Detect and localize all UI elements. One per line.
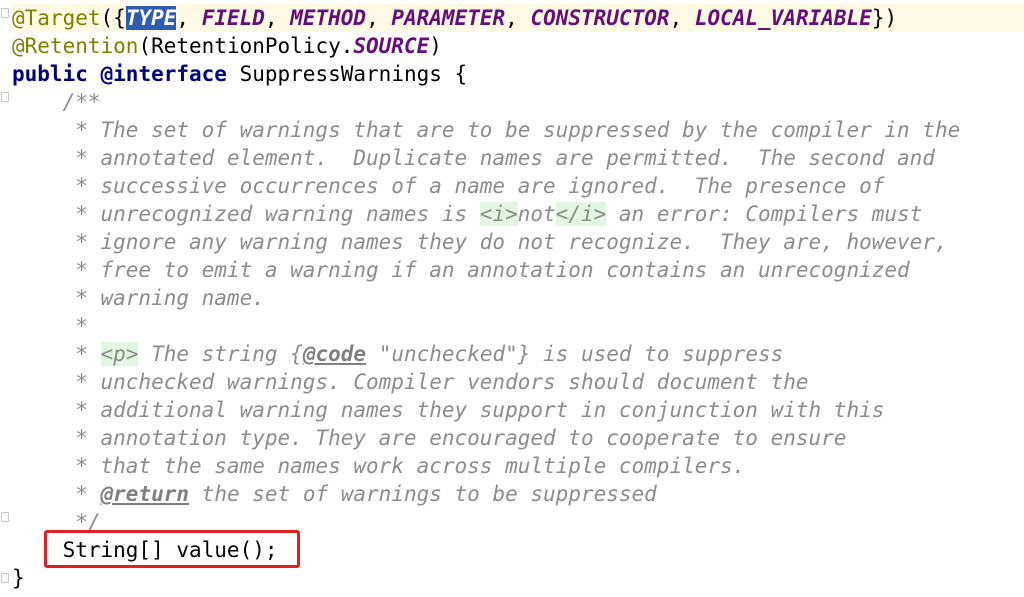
const-constructor: CONSTRUCTOR (530, 6, 670, 30)
keyword-interface: @interface (100, 62, 227, 86)
javadoc-line: * (12, 314, 88, 338)
javadoc-open: /** (12, 90, 101, 114)
code-line-target[interactable]: @Target({TYPE, FIELD, METHOD, PARAMETER,… (12, 4, 897, 32)
doc-text: * (12, 482, 101, 506)
keyword-public: public (12, 62, 88, 86)
const-parameter: PARAMETER (391, 6, 506, 30)
html-tag-i-close: </i> (555, 202, 607, 226)
const-field: FIELD (201, 6, 265, 30)
html-tag-p: <p> (100, 342, 139, 366)
const-method: METHOD (290, 6, 367, 30)
html-tag-i-open: <i> (479, 202, 518, 226)
javadoc-line: * unrecognized warning names is <i>not</… (12, 200, 922, 228)
javadoc-line: * unchecked warnings. Compiler vendors s… (12, 370, 809, 394)
code-line-declaration[interactable]: public @interface SuppressWarnings { (12, 60, 467, 88)
javadoc-line: * @return the set of warnings to be supp… (12, 480, 657, 508)
punct: }) (871, 6, 898, 30)
javadoc-line: * successive occurrences of a name are i… (12, 174, 885, 198)
javadoc-line: * warning name. (12, 286, 265, 310)
const-source: SOURCE (353, 34, 430, 58)
fold-marker-icon[interactable] (1, 8, 9, 18)
punct: , (669, 6, 695, 30)
doc-text: * unrecognized warning names is (12, 202, 480, 226)
doc-text: The string { (138, 342, 303, 366)
doc-text: not (517, 202, 556, 226)
javadoc-line: * <p> The string {@code "unchecked"} is … (12, 340, 783, 368)
selected-text-type[interactable]: TYPE (125, 6, 177, 30)
code-line-closing-brace[interactable]: } (12, 564, 25, 592)
punct: , (176, 6, 202, 30)
doc-tag-code: @code (302, 342, 367, 366)
javadoc-line: * The set of warnings that are to be sup… (12, 118, 961, 142)
fold-marker-icon[interactable] (1, 573, 9, 583)
javadoc-line: * annotation type. They are encouraged t… (12, 426, 847, 450)
fold-marker-icon[interactable] (1, 512, 9, 522)
javadoc-line: * additional warning names they support … (12, 398, 885, 422)
javadoc-line: * annotated element. Duplicate names are… (12, 146, 935, 170)
javadoc-line: * ignore any warning names they do not r… (12, 230, 948, 254)
code-line-retention[interactable]: @Retention(RetentionPolicy.SOURCE) (12, 32, 442, 60)
punct: , (505, 6, 531, 30)
const-local-variable: LOCAL_VARIABLE (694, 6, 872, 30)
punct: , (264, 6, 291, 30)
doc-text: * (12, 342, 101, 366)
doc-text: the set of warnings to be suppressed (189, 482, 657, 506)
annotation-target: @Target (12, 6, 101, 30)
punct: ) (429, 34, 442, 58)
doc-tag-return: @return (100, 482, 190, 506)
annotation-retention: @Retention (12, 34, 139, 58)
doc-text: an error: Compilers must (606, 202, 923, 226)
punct: ({ (100, 6, 126, 30)
highlight-box (44, 530, 300, 568)
editor-gutter (0, 0, 12, 597)
interface-name: SuppressWarnings { (226, 62, 468, 86)
javadoc-line: * free to emit a warning if an annotatio… (12, 258, 910, 282)
doc-text: "unchecked"} is used to suppress (366, 342, 784, 366)
retention-policy: (RetentionPolicy. (138, 34, 354, 58)
javadoc-line: * that the same names work across multip… (12, 454, 746, 478)
punct: , (366, 6, 392, 30)
fold-marker-icon[interactable] (1, 92, 9, 102)
